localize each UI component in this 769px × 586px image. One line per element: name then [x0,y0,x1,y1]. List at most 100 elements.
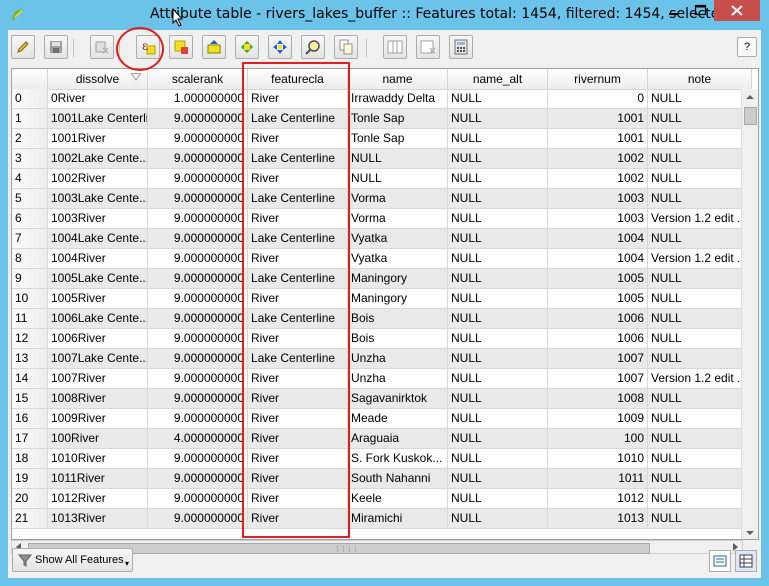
cell-dissolve[interactable]: 1003River [48,209,148,229]
cell-name[interactable]: Sagavanirktok [348,389,448,409]
cell-rivernum[interactable]: 1007 [548,349,648,369]
row-header[interactable]: 8 [12,249,48,269]
minimize-button[interactable] [660,0,687,21]
cell-name[interactable]: Vyatka [348,249,448,269]
column-header-scalerank[interactable]: scalerank [148,69,248,89]
cell-name-alt[interactable]: NULL [448,169,548,189]
select-by-expression-button[interactable]: ε [136,35,160,59]
title-bar[interactable]: Attribute table - rivers_lakes_buffer ::… [0,0,769,30]
cell-note[interactable]: NULL [648,429,752,449]
close-button[interactable] [714,0,760,21]
cell-featurecla[interactable]: Lake Centerline [248,309,348,329]
table-row[interactable]: 12 1006River 9.000000000 River Bois NULL 1006 N… [12,329,752,349]
cell-dissolve[interactable]: 1002Lake Cente... [48,149,148,169]
cell-dissolve[interactable]: 1006Lake Cente... [48,309,148,329]
row-header[interactable]: 4 [12,169,48,189]
cell-name-alt[interactable]: NULL [448,269,548,289]
cell-name-alt[interactable]: NULL [448,89,548,109]
maximize-button[interactable] [687,0,714,21]
table-row[interactable]: 7 1004Lake Cente... 9.000000000 Lake Center… [12,229,752,249]
cell-featurecla[interactable]: Lake Centerline [248,189,348,209]
cell-scalerank[interactable]: 9.000000000 [148,369,248,389]
cell-dissolve[interactable]: 1005River [48,289,148,309]
cell-note[interactable]: NULL [648,229,752,249]
row-header[interactable]: 11 [12,309,48,329]
table-row[interactable]: 3 1002Lake Cente... 9.000000000 Lake Center… [12,149,752,169]
cell-featurecla[interactable]: Lake Centerline [248,149,348,169]
cell-featurecla[interactable]: River [248,429,348,449]
table-row[interactable]: 9 1005Lake Cente... 9.000000000 Lake Center… [12,269,752,289]
table-row[interactable]: 10 1005River 9.000000000 River Maningory NULL… [12,289,752,309]
table-row[interactable]: 5 1003Lake Cente... 9.000000000 Lake Center… [12,189,752,209]
table-row[interactable]: 18 1010River 9.000000000 River S. Fork Kusko… [12,449,752,469]
cell-note[interactable]: Version 1.2 edit ... [648,369,752,389]
cell-dissolve[interactable]: 1004Lake Cente... [48,229,148,249]
field-calculator-button[interactable] [449,35,473,59]
cell-name[interactable]: Tonle Sap [348,129,448,149]
cell-name-alt[interactable]: NULL [448,129,548,149]
corner-header[interactable] [12,69,48,89]
cell-rivernum[interactable]: 1013 [548,509,648,529]
table-row[interactable]: 8 1004River 9.000000000 River Vyatka NULL 1004… [12,249,752,269]
cell-rivernum[interactable]: 1009 [548,409,648,429]
cell-featurecla[interactable]: River [248,469,348,489]
cell-scalerank[interactable]: 9.000000000 [148,129,248,149]
cell-scalerank[interactable]: 9.000000000 [148,269,248,289]
cell-note[interactable]: NULL [648,389,752,409]
row-header[interactable]: 0 [12,89,48,109]
delete-selected-button[interactable] [90,35,114,59]
cell-dissolve[interactable]: 1012River [48,489,148,509]
cell-rivernum[interactable]: 1005 [548,269,648,289]
cell-name[interactable]: South Nahanni [348,469,448,489]
cell-rivernum[interactable]: 100 [548,429,648,449]
table-row[interactable]: 14 1007River 9.000000000 River Unzha NULL 1007… [12,369,752,389]
cell-name[interactable]: Unzha [348,349,448,369]
cell-rivernum[interactable]: 1002 [548,149,648,169]
cell-name-alt[interactable]: NULL [448,409,548,429]
cell-note[interactable]: NULL [648,269,752,289]
row-header[interactable]: 7 [12,229,48,249]
cell-name[interactable]: Meade [348,409,448,429]
cell-dissolve[interactable]: 1001River [48,129,148,149]
cell-dissolve[interactable]: 1004River [48,249,148,269]
cell-note[interactable]: NULL [648,509,752,529]
cell-note[interactable]: Version 1.2 edit ... [648,249,752,269]
cell-dissolve[interactable]: 1001Lake Centerline [48,109,148,129]
cell-rivernum[interactable]: 1003 [548,209,648,229]
save-edits-button[interactable] [44,35,68,59]
row-header[interactable]: 21 [12,509,48,529]
cell-featurecla[interactable]: River [248,249,348,269]
cell-note[interactable]: NULL [648,469,752,489]
deselect-all-button[interactable] [169,35,193,59]
cell-scalerank[interactable]: 9.000000000 [148,509,248,529]
column-header-name-alt[interactable]: name_alt [448,69,548,89]
cell-name[interactable]: Araguaia [348,429,448,449]
cell-note[interactable]: NULL [648,489,752,509]
cell-name-alt[interactable]: NULL [448,469,548,489]
table-row[interactable]: 19 1011River 9.000000000 River South Nahanni… [12,469,752,489]
cell-rivernum[interactable]: 1005 [548,289,648,309]
cell-featurecla[interactable]: River [248,289,348,309]
new-column-button[interactable] [383,35,407,59]
cell-name-alt[interactable]: NULL [448,149,548,169]
cell-scalerank[interactable]: 9.000000000 [148,189,248,209]
cell-scalerank[interactable]: 9.000000000 [148,349,248,369]
cell-dissolve[interactable]: 1010River [48,449,148,469]
cell-name[interactable]: Maningory [348,289,448,309]
cell-name[interactable]: Tonle Sap [348,109,448,129]
cell-note[interactable]: NULL [648,289,752,309]
vertical-scrollbar[interactable] [741,89,758,540]
scroll-down-arrow-icon[interactable] [742,525,758,540]
show-all-features-button[interactable]: Show All Features ▾ [12,548,133,572]
row-header[interactable]: 14 [12,369,48,389]
row-header[interactable]: 9 [12,269,48,289]
column-header-name[interactable]: name [348,69,448,89]
cell-name-alt[interactable]: NULL [448,209,548,229]
cell-rivernum[interactable]: 1012 [548,489,648,509]
cell-note[interactable]: NULL [648,129,752,149]
cell-name-alt[interactable]: NULL [448,189,548,209]
cell-scalerank[interactable]: 9.000000000 [148,289,248,309]
cell-featurecla[interactable]: Lake Centerline [248,269,348,289]
row-header[interactable]: 6 [12,209,48,229]
cell-featurecla[interactable]: River [248,89,348,109]
